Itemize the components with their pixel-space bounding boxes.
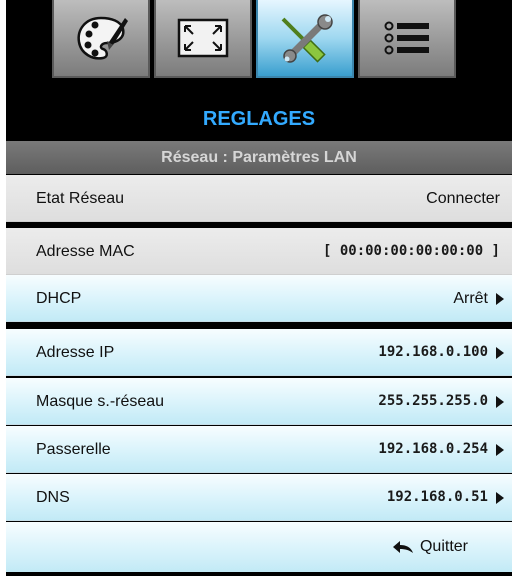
row-mac-address: Adresse MAC [ 00:00:00:00:00:00 ] [6,228,512,275]
menu-title: REGLAGES [202,108,316,130]
row-value: Connecter [426,175,500,222]
quit-label: Quitter [419,538,468,555]
tab-image[interactable] [52,0,150,78]
row-label: Etat Réseau [36,190,125,207]
network-status-value: Connecter [426,190,500,207]
row-value[interactable]: 255.255.255.0 [378,378,504,425]
row-gateway[interactable]: Passerelle 192.168.0.254 [6,426,512,473]
arrow-right-icon[interactable] [496,292,504,305]
arrow-right-icon[interactable] [496,395,504,408]
mac-address-value: [ 00:00:00:00:00:00 ] [322,243,500,259]
row-dhcp[interactable]: DHCP Arrêt [6,275,512,322]
row-value[interactable]: 192.168.0.254 [378,426,504,473]
row-label: DHCP [36,290,82,307]
dhcp-value: Arrêt [453,290,488,307]
quit-button[interactable]: Quitter [6,522,512,572]
ip-address-value: 192.168.0.100 [378,344,488,360]
tab-options[interactable] [358,0,456,78]
row-value[interactable]: 192.168.0.100 [378,329,504,376]
row-subnet-mask[interactable]: Masque s.-réseau 255.255.255.0 [6,378,512,425]
quit-label-wrap[interactable]: Quitter [392,522,468,572]
tools-icon [281,14,333,63]
arrow-right-icon[interactable] [496,346,504,359]
row-label: Passerelle [36,441,111,458]
tab-settings[interactable] [256,0,354,78]
return-arrow-icon [392,541,413,553]
screen-resize-icon [177,18,229,58]
row-label: Adresse MAC [36,243,135,260]
arrow-right-icon[interactable] [496,491,504,504]
row-label: Masque s.-réseau [36,393,165,410]
row-value[interactable]: Arrêt [453,275,504,322]
osd-menu: REGLAGES Réseau : Paramètres LAN Etat Ré… [6,0,512,576]
row-network-status: Etat Réseau Connecter [6,175,512,222]
row-ip-address[interactable]: Adresse IP 192.168.0.100 [6,329,512,376]
tab-display[interactable] [154,0,252,78]
row-dns[interactable]: DNS 192.168.0.51 [6,474,512,521]
row-value: [ 00:00:00:00:00:00 ] [323,228,500,275]
row-label: DNS [36,489,70,506]
dns-value: 192.168.0.51 [386,489,488,505]
palette-icon [77,16,128,60]
row-label: Adresse IP [36,344,115,361]
list-options-icon [384,21,429,55]
gateway-value: 192.168.0.254 [378,441,488,457]
subnet-mask-value: 255.255.255.0 [378,393,488,409]
menu-subtitle: Réseau : Paramètres LAN [6,141,512,174]
arrow-right-icon[interactable] [496,443,504,456]
row-value[interactable]: 192.168.0.51 [387,474,504,521]
